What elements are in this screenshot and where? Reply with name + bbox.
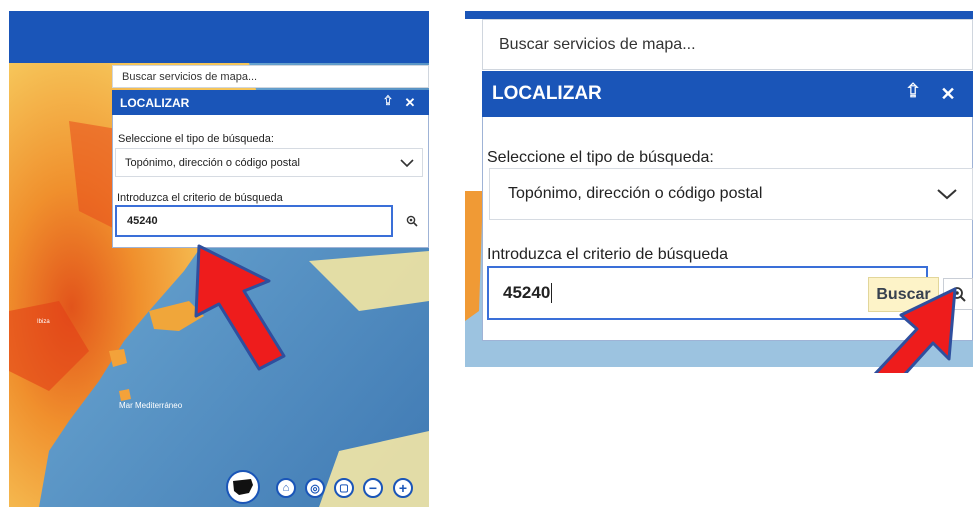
criteria-label: Introduzca el criterio de búsqueda bbox=[117, 192, 283, 204]
magnifier-icon bbox=[406, 215, 418, 227]
map-services-search-placeholder-right: Buscar servicios de mapa... bbox=[499, 35, 696, 53]
home-icon[interactable]: ⌂ bbox=[276, 478, 296, 498]
zoom-in-icon[interactable]: + bbox=[393, 478, 413, 498]
red-arrow-annotation-right bbox=[873, 287, 957, 373]
search-type-value-right: Topónimo, dirección o código postal bbox=[508, 185, 763, 202]
app-header-bar-right bbox=[465, 11, 973, 19]
localizar-panel-header-right: LOCALIZAR ⮸ ✕ bbox=[482, 71, 973, 117]
red-arrow-annotation bbox=[194, 244, 286, 371]
map-services-search[interactable]: Buscar servicios de mapa... bbox=[112, 65, 429, 88]
panel-title: LOCALIZAR bbox=[120, 95, 190, 110]
zoom-out-icon[interactable]: − bbox=[363, 478, 383, 498]
criteria-label-right: Introduzca el criterio de búsqueda bbox=[487, 246, 729, 263]
chevron-down-icon-right bbox=[937, 189, 957, 200]
locate-icon[interactable]: ◎ bbox=[305, 478, 325, 498]
extent-icon[interactable]: ▢ bbox=[334, 478, 354, 498]
text-cursor bbox=[551, 283, 553, 303]
panel-title-right: LOCALIZAR bbox=[492, 83, 602, 104]
localizar-panel-header: LOCALIZAR ⮸ ✕ bbox=[112, 90, 429, 115]
map-label-ibiza: Ibiza bbox=[37, 319, 50, 325]
close-icon[interactable]: ✕ bbox=[399, 95, 421, 111]
spain-map-icon[interactable] bbox=[226, 470, 260, 504]
close-icon-right[interactable]: ✕ bbox=[933, 84, 963, 105]
double-chevron-up-icon-right[interactable]: ⮸ bbox=[893, 79, 933, 109]
search-type-label: Seleccione el tipo de búsqueda: bbox=[118, 133, 274, 145]
criteria-input[interactable]: 45240 bbox=[115, 205, 393, 237]
criteria-input-value: 45240 bbox=[127, 215, 158, 227]
map-services-search-placeholder: Buscar servicios de mapa... bbox=[122, 70, 258, 83]
right-view: Buscar servicios de mapa... LOCALIZAR ⮸ … bbox=[465, 11, 973, 373]
double-chevron-up-icon[interactable]: ⮸ bbox=[377, 92, 399, 113]
search-type-label-right: Seleccione el tipo de búsqueda: bbox=[487, 149, 714, 166]
app-header-bar bbox=[9, 11, 429, 63]
map-services-search-right[interactable]: Buscar servicios de mapa... bbox=[482, 19, 973, 70]
search-button[interactable] bbox=[401, 209, 422, 232]
chevron-down-icon bbox=[400, 158, 414, 167]
map-label-mediterranean: Mar Mediterráneo bbox=[119, 401, 183, 410]
left-view: Buscar servicios de mapa... LOCALIZAR ⮸ … bbox=[9, 11, 429, 507]
search-type-value: Topónimo, dirección o código postal bbox=[125, 156, 300, 169]
search-type-select-right[interactable]: Topónimo, dirección o código postal bbox=[489, 168, 973, 220]
search-type-select[interactable]: Topónimo, dirección o código postal bbox=[115, 148, 423, 177]
criteria-input-value-right: 45240 bbox=[503, 283, 551, 302]
